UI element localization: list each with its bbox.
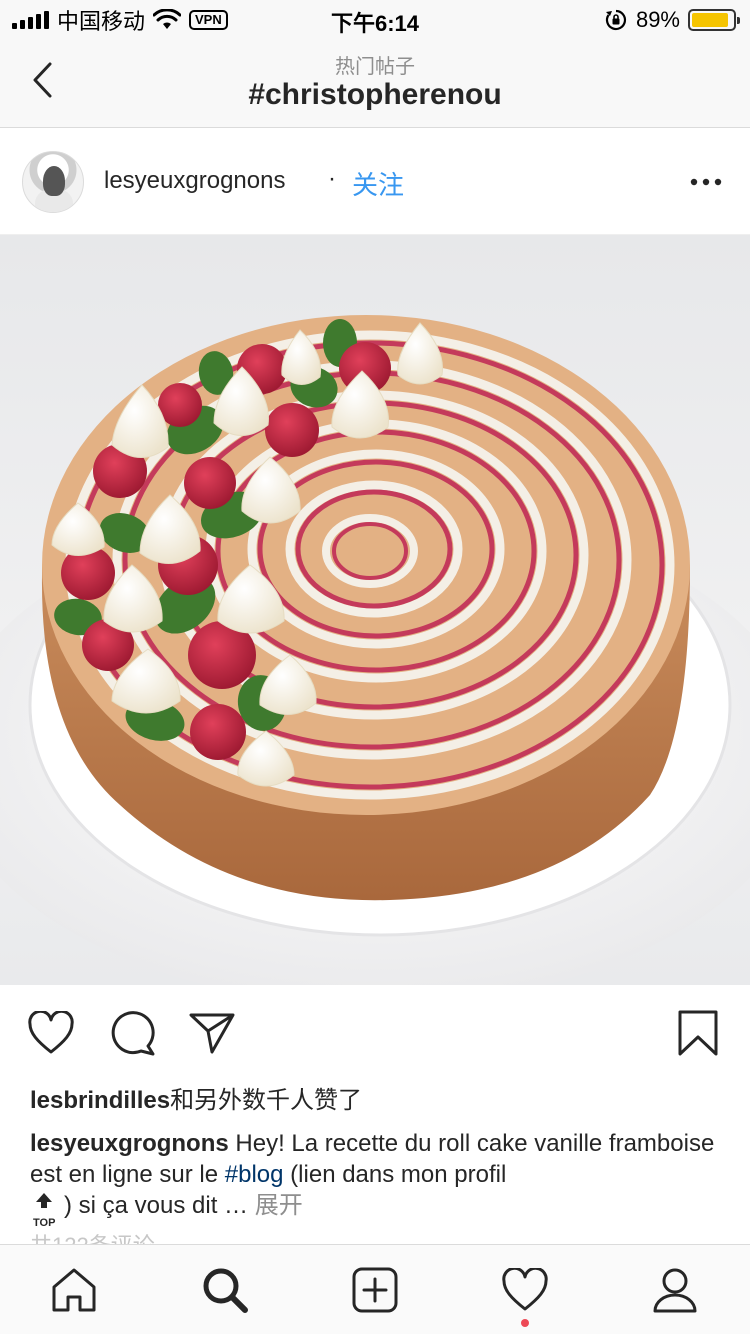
likes-suffix: 和另外数千人赞了 — [170, 1087, 363, 1114]
share-icon — [189, 1013, 235, 1054]
follow-button[interactable]: 关注 — [352, 165, 404, 202]
tab-bar — [0, 1244, 750, 1334]
ellipsis-icon — [690, 178, 722, 186]
home-icon — [52, 1268, 96, 1312]
nav-bar: 热门帖子 #christopherenou — [0, 40, 750, 128]
wifi-icon — [153, 9, 182, 29]
vpn-badge: VPN — [189, 10, 228, 30]
post-image[interactable] — [0, 235, 750, 985]
post-caption: lesyeuxgrognons Hey! La recette du roll … — [30, 1128, 720, 1229]
comment-button[interactable] — [107, 1009, 157, 1057]
tab-home[interactable] — [49, 1265, 99, 1315]
battery-icon — [688, 9, 740, 31]
comment-icon — [111, 1011, 155, 1056]
heart-icon — [28, 1011, 74, 1054]
caption-text-end: ) si ça vous dit … — [64, 1192, 255, 1219]
caption-username[interactable]: lesyeuxgrognons — [30, 1130, 229, 1157]
separator-dot: · — [328, 165, 336, 192]
tab-activity[interactable] — [500, 1265, 550, 1315]
share-button[interactable] — [187, 1009, 237, 1057]
search-icon — [203, 1268, 248, 1313]
caption-hashtag[interactable]: #blog — [225, 1161, 284, 1188]
bookmark-icon — [678, 1010, 718, 1056]
notification-dot — [521, 1319, 529, 1327]
status-bar: 中国移动 VPN 下午6:14 89% — [0, 0, 750, 40]
avatar[interactable] — [22, 151, 84, 213]
caption-text-after: (lien dans mon profil — [283, 1161, 507, 1188]
tab-profile[interactable] — [650, 1265, 700, 1315]
activity-heart-icon — [502, 1268, 548, 1311]
post-username[interactable]: lesyeuxgrognons — [104, 167, 285, 195]
likes-user[interactable]: lesbrindilles — [30, 1087, 170, 1114]
battery-percent: 89% — [635, 7, 680, 32]
status-right: 89% — [604, 6, 740, 34]
signal-icon — [12, 11, 49, 29]
post-header: lesyeuxgrognons · 关注 — [0, 129, 750, 235]
carrier-label: 中国移动 — [57, 9, 146, 34]
profile-icon — [653, 1268, 697, 1313]
status-left: 中国移动 VPN — [12, 6, 228, 34]
likes-summary[interactable]: lesbrindilles和另外数千人赞了 — [30, 1080, 362, 1115]
add-post-icon — [352, 1267, 398, 1313]
page-title: #christopherenou — [248, 78, 502, 111]
more-options-button[interactable] — [686, 167, 726, 197]
nav-subtitle: 热门帖子 — [335, 56, 415, 78]
like-button[interactable] — [26, 1009, 76, 1057]
battery-level — [692, 13, 728, 27]
expand-caption-link[interactable]: 展开 — [255, 1192, 303, 1219]
rotation-lock-icon — [605, 9, 627, 31]
post-actions — [0, 985, 750, 1081]
tab-search[interactable] — [200, 1265, 250, 1315]
tab-new-post[interactable] — [350, 1265, 400, 1315]
bookmark-button[interactable] — [673, 1009, 723, 1057]
top-badge-icon: TOP — [30, 1192, 60, 1229]
cake-photo — [0, 315, 750, 985]
